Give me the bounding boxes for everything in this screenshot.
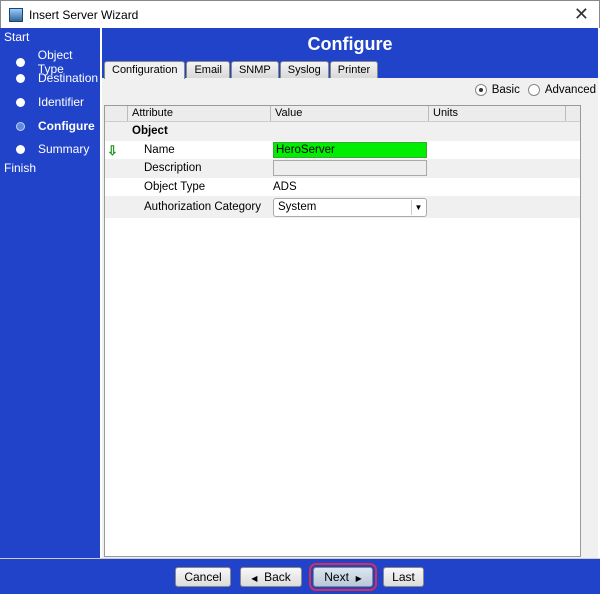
button-bar: Cancel ◀ Back Next ▶ Last (0, 558, 600, 594)
attribute-name: Name (144, 143, 175, 156)
step-dot-icon (16, 144, 25, 154)
table-header: Attribute Value Units (105, 106, 580, 122)
column-value[interactable]: Value (271, 106, 429, 121)
column-attribute[interactable]: Attribute (128, 106, 271, 121)
next-label: Next (324, 570, 349, 584)
last-button[interactable]: Last (383, 567, 424, 587)
page-header: Configure Configuration Email SNMP Syslo… (102, 28, 598, 79)
attribute-table: Attribute Value Units Object ⇩ Name Hero… (104, 105, 581, 557)
advanced-label: Advanced (544, 84, 596, 96)
row-marker (105, 196, 128, 218)
tab-configuration[interactable]: Configuration (104, 61, 186, 79)
back-button[interactable]: ◀ Back (240, 567, 302, 587)
mode-selector: Basic Advanced (467, 84, 596, 96)
modified-arrow-icon: ⇩ (107, 142, 118, 158)
step-finish: Finish (4, 161, 37, 175)
row-marker (105, 178, 128, 197)
app-icon (9, 8, 23, 22)
basic-label: Basic (491, 84, 520, 96)
header-blank (105, 106, 128, 121)
row-marker: ⇩ (105, 141, 128, 160)
column-units[interactable]: Units (429, 106, 566, 121)
tab-bar: Configuration Email SNMP Syslog Printer (104, 61, 379, 79)
tab-printer[interactable]: Printer (329, 61, 379, 78)
step-destination: Destination (16, 71, 98, 85)
next-button[interactable]: Next ▶ (309, 563, 377, 591)
arrow-left-icon: ◀ (251, 574, 258, 583)
tab-email[interactable]: Email (186, 61, 230, 78)
advanced-radio[interactable] (527, 84, 540, 96)
back-label: Back (264, 570, 291, 584)
group-row: Object (105, 122, 580, 141)
step-summary: Summary (16, 142, 89, 156)
value-cell (271, 122, 429, 141)
step-identifier: Identifier (16, 95, 84, 109)
table-row: ⇩ Name HeroServer (105, 141, 580, 160)
attribute-object-type: Object Type (144, 180, 206, 193)
row-marker (105, 159, 128, 178)
value-cell: System ▼ (271, 196, 429, 218)
window-title: Insert Server Wizard (29, 8, 139, 22)
table-row: Object Type ADS (105, 178, 580, 197)
step-start: Start (4, 30, 30, 44)
value-cell (271, 159, 429, 178)
group-label: Object (132, 125, 168, 138)
table-row: Description (105, 159, 580, 178)
step-configure: Configure (16, 119, 95, 133)
title-bar: Insert Server Wizard ✕ (0, 0, 600, 28)
object-type-text: ADS (273, 180, 297, 193)
authorization-category-select[interactable]: System ▼ (273, 197, 427, 217)
chevron-down-icon[interactable]: ▼ (411, 199, 425, 215)
close-icon[interactable]: ✕ (574, 4, 589, 25)
table-row: Authorization Category System ▼ (105, 196, 580, 218)
step-dot-icon (16, 57, 25, 67)
cancel-button[interactable]: Cancel (175, 567, 231, 587)
value-cell: HeroServer (271, 141, 429, 160)
select-value: System (278, 200, 317, 213)
attribute-description: Description (144, 162, 202, 175)
tab-snmp[interactable]: SNMP (230, 61, 279, 78)
step-current-dot-icon (16, 121, 25, 131)
wizard-steps: Start Object Type Destination Identifier… (0, 28, 100, 558)
attribute-authorization-category: Authorization Category (144, 201, 261, 213)
main-panel: Configure Configuration Email SNMP Syslo… (102, 28, 598, 558)
tab-syslog[interactable]: Syslog (279, 61, 329, 78)
description-input[interactable] (273, 160, 427, 177)
arrow-right-icon: ▶ (355, 574, 362, 583)
row-marker (105, 122, 128, 141)
basic-radio[interactable] (474, 84, 487, 96)
page-title: Configure (307, 34, 393, 54)
name-input[interactable]: HeroServer (273, 141, 427, 158)
step-dot-icon (16, 73, 25, 83)
step-dot-icon (16, 97, 25, 107)
object-type-value: ADS (271, 178, 429, 197)
